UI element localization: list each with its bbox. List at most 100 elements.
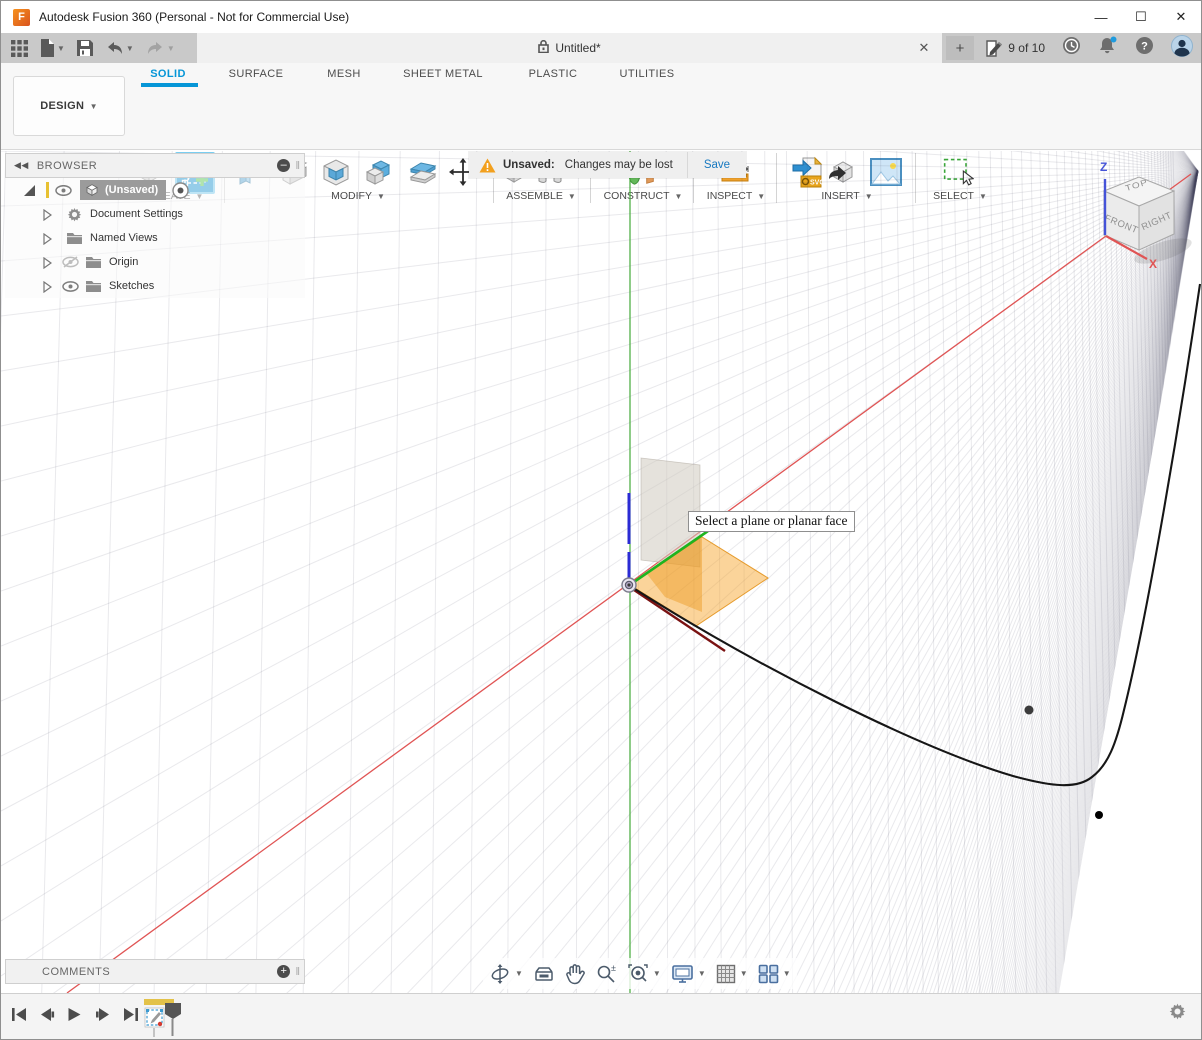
ribbon: DESIGN ▼ SOLID SURFACE MESH SHEET METAL …: [1, 63, 1201, 150]
warning-icon: [479, 158, 496, 173]
browser-panel-title: BROWSER: [37, 160, 97, 172]
fit-icon[interactable]: ▼: [627, 963, 661, 985]
x-axis-label: X: [1149, 257, 1157, 271]
app-launcher-grid-icon[interactable]: [11, 40, 28, 57]
chevron-down-icon: ▼: [90, 102, 98, 111]
sketch-point[interactable]: [1025, 706, 1034, 715]
expander-icon[interactable]: [43, 209, 52, 221]
root-document-label: (Unsaved): [105, 184, 158, 196]
avatar[interactable]: [1171, 35, 1193, 62]
browser-item-origin[interactable]: Origin: [5, 250, 305, 274]
view-cube[interactable]: TOP FRONT RIGHT Z X: [1081, 153, 1202, 273]
folder-icon: [85, 279, 102, 293]
file-menu-icon[interactable]: ▼: [40, 39, 65, 57]
orbit-icon[interactable]: ▼: [489, 963, 523, 985]
new-tab-button[interactable]: +: [946, 36, 974, 60]
component-cube-icon: [84, 182, 100, 198]
zoom-icon[interactable]: ±: [595, 963, 617, 985]
timeline-go-to-start-button[interactable]: [9, 1004, 28, 1024]
grid-settings-icon[interactable]: ▼: [716, 964, 748, 984]
browser-panel-header[interactable]: ◀◀ BROWSER – ‖: [5, 153, 305, 178]
tab-solid[interactable]: SOLID: [150, 68, 186, 80]
chevron-down-icon: ▼: [57, 44, 65, 53]
collapse-panel-icon[interactable]: ◀◀: [14, 160, 29, 171]
viewports-icon[interactable]: ▼: [758, 964, 791, 984]
expander-icon[interactable]: [43, 257, 52, 269]
gear-icon: [66, 206, 83, 223]
fusion-window: F Autodesk Fusion 360 (Personal - Not fo…: [0, 0, 1202, 1040]
panel-grip[interactable]: ‖: [295, 160, 299, 172]
expander-icon[interactable]: [43, 281, 52, 293]
help-icon[interactable]: ?: [1135, 36, 1154, 60]
svg-text:±: ±: [611, 963, 616, 973]
sketch-point[interactable]: [1095, 811, 1103, 819]
chevron-down-icon: ▼: [783, 969, 791, 978]
add-comment-icon[interactable]: +: [277, 965, 290, 978]
active-marker: [46, 182, 49, 198]
close-tab-icon[interactable]: ✕: [916, 40, 932, 56]
visibility-hidden-eye-icon[interactable]: [62, 256, 79, 268]
sketch-feature-icon[interactable]: [145, 1008, 164, 1037]
timeline-step-forward-button[interactable]: [93, 1004, 112, 1024]
job-status-clock-icon[interactable]: [1062, 36, 1081, 60]
item-label: Document Settings: [90, 208, 183, 220]
title-bar: F Autodesk Fusion 360 (Personal - Not fo…: [1, 1, 1201, 34]
banner-label: Unsaved:: [503, 159, 555, 171]
undo-icon[interactable]: ▼: [105, 41, 134, 56]
expander-icon[interactable]: [43, 233, 52, 245]
svg-text:?: ?: [1141, 41, 1148, 53]
tab-mesh[interactable]: MESH: [327, 68, 360, 80]
visibility-eye-icon[interactable]: [55, 185, 72, 196]
item-label: Origin: [109, 256, 138, 268]
document-versions-indicator[interactable]: 9 of 10: [986, 40, 1045, 57]
timeline-playhead[interactable]: [165, 1003, 181, 1036]
timeline-play-button[interactable]: [65, 1004, 84, 1024]
pages-count: 9 of 10: [1008, 41, 1045, 55]
tab-plastic[interactable]: PLASTIC: [529, 68, 578, 80]
chevron-down-icon: ▼: [515, 969, 523, 978]
banner-message: Changes may be lost: [565, 159, 673, 171]
panel-grip[interactable]: ‖: [295, 966, 299, 978]
timeline-go-to-end-button[interactable]: [121, 1004, 140, 1024]
tab-sheet-metal[interactable]: SHEET METAL: [403, 68, 483, 80]
look-at-icon[interactable]: [533, 964, 555, 984]
quick-access-row: ▼ ▼ ▼ Untitled* ✕ +: [1, 33, 1201, 63]
comments-panel-title: COMMENTS: [42, 966, 110, 978]
item-label: Named Views: [90, 232, 158, 244]
folder-icon: [66, 231, 83, 245]
save-link[interactable]: Save: [688, 159, 746, 171]
item-label: Sketches: [109, 280, 154, 292]
timeline-step-back-button[interactable]: [37, 1004, 56, 1024]
maximize-button[interactable]: ☐: [1121, 1, 1161, 33]
close-button[interactable]: ✕: [1161, 1, 1201, 33]
active-tab-underline: [141, 83, 198, 87]
comments-panel-header[interactable]: COMMENTS + ‖: [5, 959, 305, 984]
pan-hand-icon[interactable]: [565, 963, 585, 985]
browser-item-document-settings[interactable]: Document Settings: [5, 202, 305, 226]
activate-component-radio-icon[interactable]: [172, 182, 189, 199]
chevron-down-icon: ▼: [167, 44, 175, 53]
visibility-eye-icon[interactable]: [62, 281, 79, 292]
selection-prompt-tooltip: Select a plane or planar face: [688, 511, 855, 532]
minimize-button[interactable]: —: [1081, 1, 1121, 33]
fusion-logo-icon: F: [13, 9, 30, 26]
minimize-panel-icon[interactable]: –: [277, 159, 290, 172]
notifications-bell-icon[interactable]: [1098, 36, 1118, 60]
chevron-down-icon: ▼: [698, 969, 706, 978]
chevron-down-icon: ▼: [653, 969, 661, 978]
document-tab[interactable]: Untitled* ✕: [197, 33, 942, 63]
tab-surface[interactable]: SURFACE: [229, 68, 284, 80]
folder-icon: [85, 255, 102, 269]
environment-selector[interactable]: DESIGN ▼: [13, 76, 125, 136]
browser-tree: (Unsaved) Document Settings Named Views: [5, 178, 305, 298]
display-settings-icon[interactable]: ▼: [671, 964, 706, 984]
save-icon[interactable]: [77, 40, 93, 56]
browser-item-sketches[interactable]: Sketches: [5, 274, 305, 298]
chevron-down-icon: ▼: [126, 44, 134, 53]
browser-root-row[interactable]: (Unsaved): [5, 178, 305, 202]
browser-item-named-views[interactable]: Named Views: [5, 226, 305, 250]
redo-icon[interactable]: ▼: [146, 41, 175, 56]
timeline-track: [141, 997, 191, 1039]
timeline-settings-gear-icon[interactable]: [1168, 1002, 1187, 1026]
tab-utilities[interactable]: UTILITIES: [620, 68, 675, 80]
